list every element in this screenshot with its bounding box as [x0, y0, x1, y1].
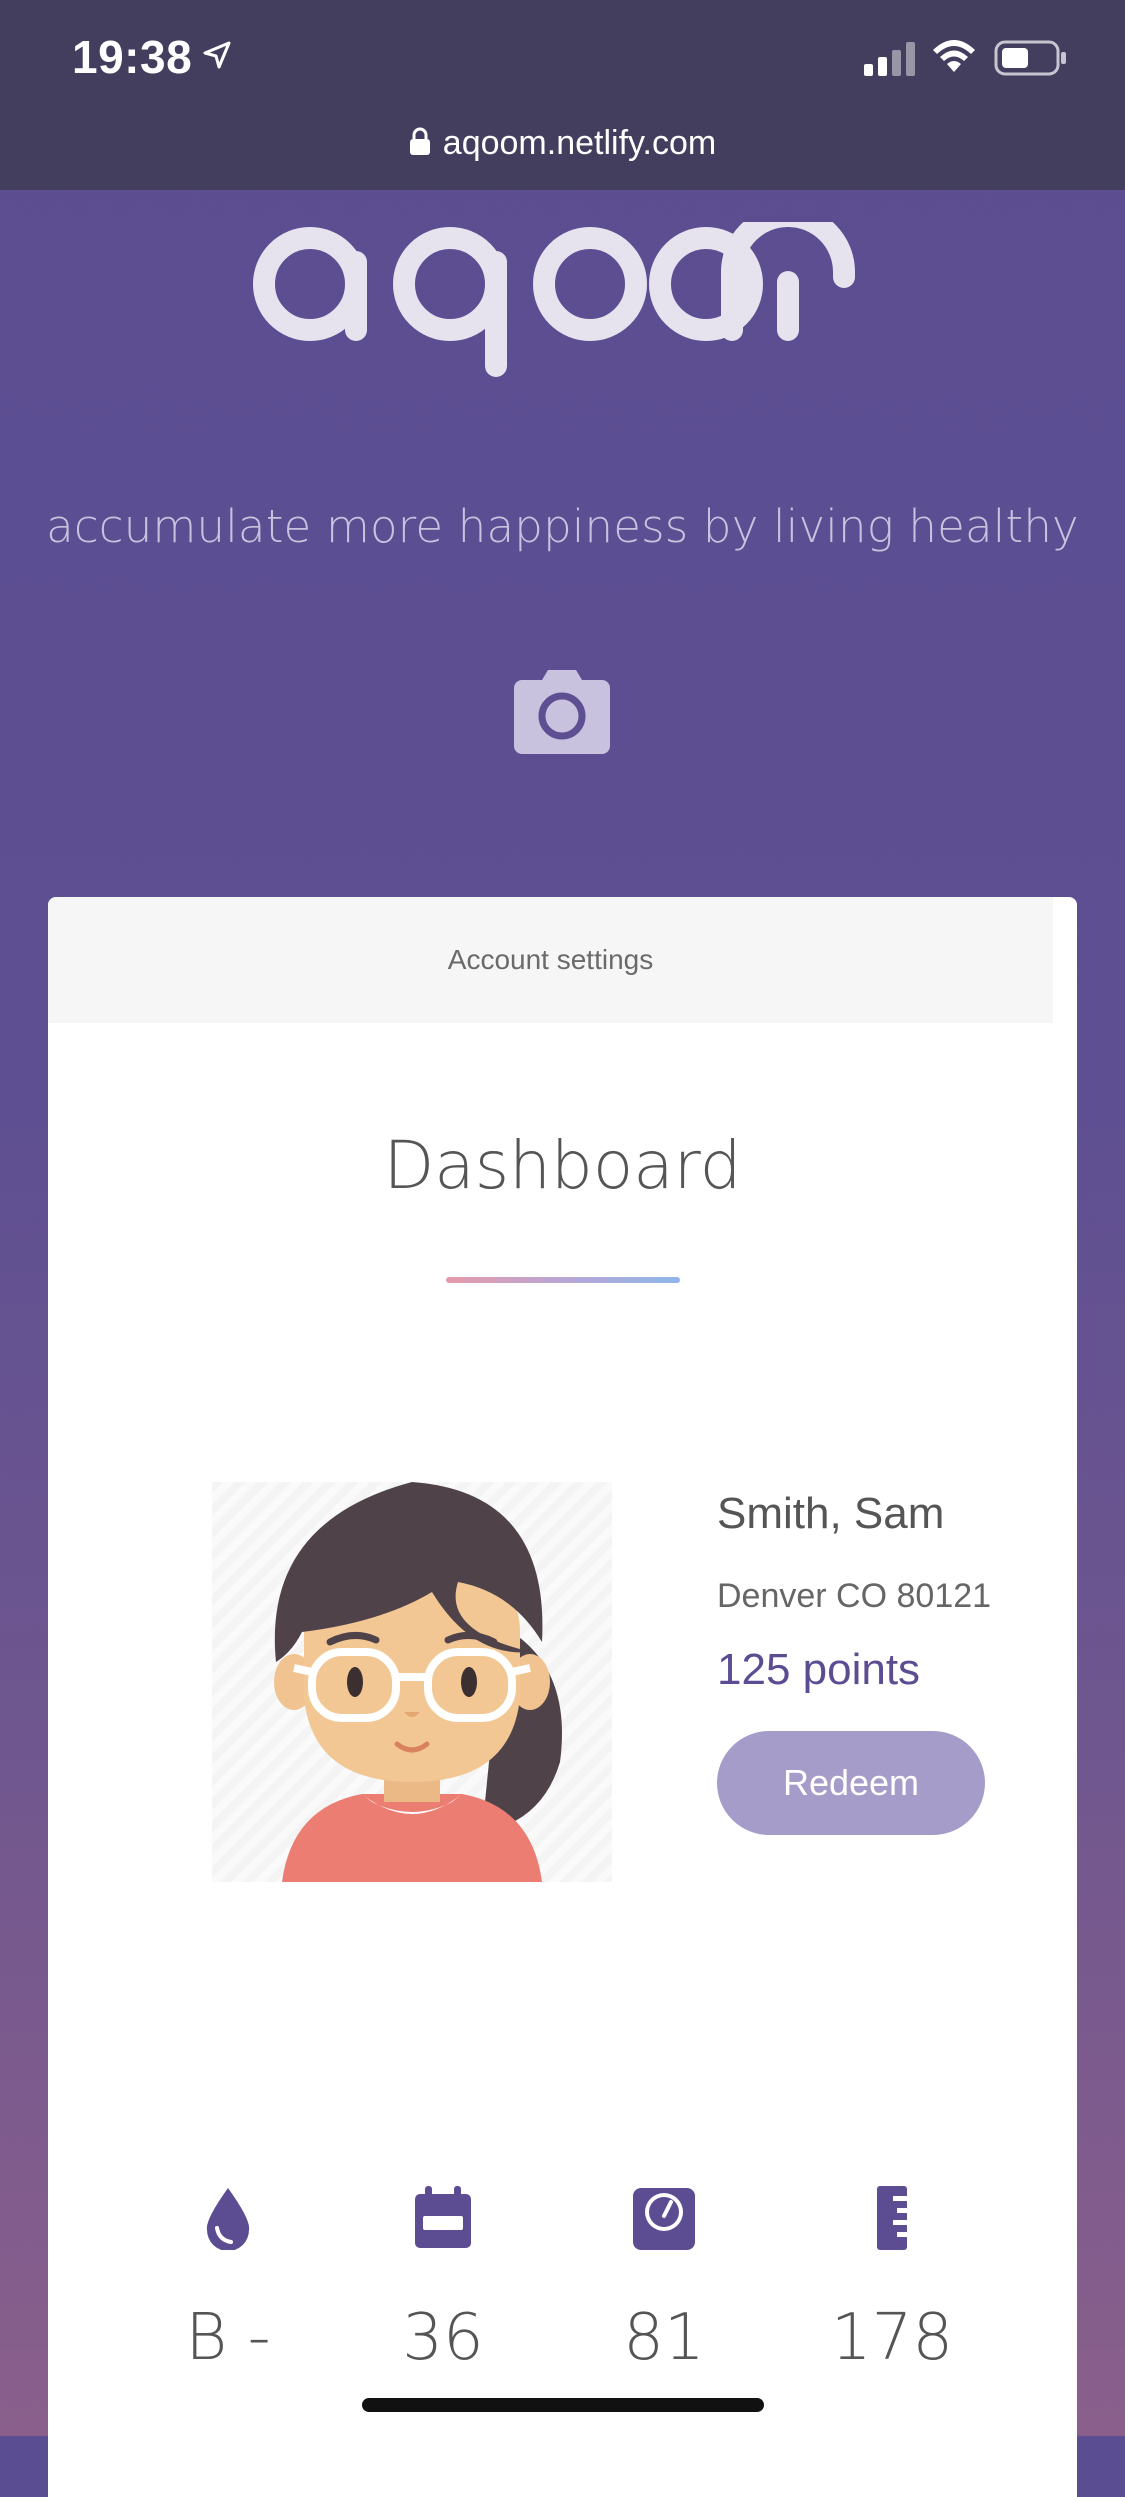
home-indicator[interactable] [362, 2398, 764, 2412]
aqoom-logo: aqoom [250, 222, 855, 377]
url-text: aqoom.netlify.com [442, 123, 717, 162]
stat-value: 178 [830, 2301, 954, 2375]
page-title: Dashboard [383, 1127, 742, 1204]
tagline: accumulate more happiness by living heal… [46, 500, 1079, 553]
cellular-signal-icon [864, 42, 915, 76]
stat-value: 81 [623, 2301, 705, 2375]
avatar-illustration [274, 1482, 562, 1882]
account-settings-link[interactable]: Account settings [48, 897, 1053, 1023]
location-arrow-icon [203, 41, 231, 69]
stat-age: 36 [343, 2183, 543, 2375]
dashboard-card: Account settings Dashboard Smith, Sam De… [48, 897, 1077, 2497]
avatar[interactable] [212, 1482, 612, 1882]
browser-top-bar: 19:38 aqoom.netlify.com [0, 0, 1125, 190]
wifi-icon [933, 40, 975, 72]
scale-icon [633, 2188, 695, 2250]
blood-drop-icon [206, 2188, 250, 2250]
camera-icon[interactable] [512, 666, 612, 756]
stat-value: 36 [402, 2301, 484, 2375]
address-bar[interactable]: aqoom.netlify.com [0, 118, 1125, 168]
ruler-icon [877, 2186, 907, 2250]
calendar-icon [415, 2186, 471, 2248]
title-underline [446, 1277, 680, 1283]
points-balance: 125 points [717, 1645, 921, 1694]
redeem-button[interactable]: Redeem [717, 1731, 985, 1835]
battery-icon [994, 40, 1066, 76]
profile-location: Denver CO 80121 [717, 1577, 992, 1615]
stat-height: 178 [792, 2183, 992, 2375]
profile-name: Smith, Sam [717, 1489, 945, 1538]
status-time: 19:38 [72, 31, 193, 83]
lock-icon [409, 127, 430, 155]
stat-value: B - [185, 2301, 271, 2375]
stat-weight: 81 [564, 2183, 764, 2375]
logo-text: aqoom [250, 222, 253, 223]
stat-blood-type: B - [128, 2183, 328, 2375]
